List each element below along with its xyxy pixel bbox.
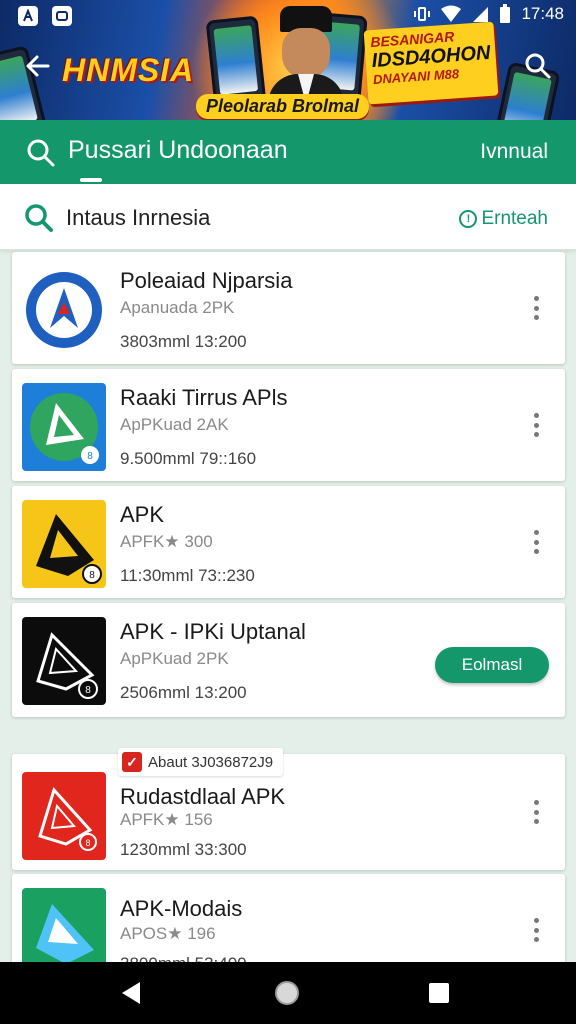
nav-home-button[interactable] <box>272 978 302 1008</box>
filter-button-label: Ernteah <box>481 208 548 229</box>
search-header: Pussari Undoonaan Ivnnual <box>0 120 576 184</box>
filter-button[interactable]: ! Ernteah <box>459 208 548 230</box>
blue-circle-arrow-icon <box>22 266 106 354</box>
app-subtitle: APOS★ 196 <box>120 924 216 943</box>
search-icon <box>525 53 551 79</box>
more-options-icon[interactable] <box>529 798 543 826</box>
app-subtitle: APFK★ 300 <box>120 532 213 551</box>
status-time: 17:48 <box>521 4 564 23</box>
pin-icon <box>18 6 38 26</box>
app-list-item[interactable]: 8 APK APFK★ 300 11:30mml 73::230 <box>12 486 565 598</box>
app-meta: 11:30mml 73::230 <box>120 566 255 585</box>
app-name: APK <box>120 502 165 527</box>
wifi-icon <box>441 5 462 22</box>
app-name: Raaki Tirrus APls <box>120 385 288 410</box>
filter-bar: Intaus Inrnesia ! Ernteah <box>0 184 576 250</box>
ad-tag: ✓ Abaut 3J036872J9 <box>118 748 284 776</box>
app-list-item[interactable]: 8 Rudastdlaal APK APFK★ 156 1230mml 33:3… <box>12 754 565 870</box>
app-meta: 9.500mml 79::160 <box>120 449 257 468</box>
battery-icon <box>500 4 511 23</box>
app-subtitle: ApPKuad 2PK <box>120 649 229 668</box>
tab-indicator <box>80 178 102 182</box>
notification-icon <box>52 6 72 26</box>
more-options-icon[interactable] <box>529 916 543 944</box>
check-icon: ✓ <box>122 752 142 772</box>
blue-arrow-icon: 8 <box>22 383 106 471</box>
nav-recents-button[interactable] <box>424 978 454 1008</box>
app-list-item[interactable]: 8 Raaki Tirrus APls ApPKuad 2AK 9.500mml… <box>12 369 565 481</box>
app-meta: 1230mml 33:300 <box>120 840 247 859</box>
app-list-item[interactable]: 8 APK - IPKi Uptanal ApPKuad 2PK 2506mml… <box>12 603 565 717</box>
promo-badge: BESANIGAR IDSD4OHON DNAYANI M88 <box>363 21 499 105</box>
promo-caption: Pleolarab Brolmal <box>196 94 370 119</box>
banner-search-button[interactable] <box>520 48 556 84</box>
app-subtitle: ApPKuad 2AK <box>120 415 229 434</box>
search-icon[interactable] <box>26 138 56 168</box>
back-button[interactable] <box>20 48 56 84</box>
red-arrow-icon: 8 <box>22 772 106 860</box>
yellow-arrow-icon: 8 <box>22 500 106 588</box>
app-subtitle: Apanuada 2PK <box>120 298 235 317</box>
square-recents-icon <box>429 983 449 1003</box>
info-icon: ! <box>459 210 478 228</box>
ad-tag-label: Abaut 3J036872J9 <box>148 753 274 771</box>
app-meta: 3803mml 13:200 <box>120 332 247 351</box>
header-menu-button[interactable]: Ivnnual <box>480 140 548 164</box>
app-name: APK - IPKi Uptanal <box>120 619 306 644</box>
triangle-back-icon <box>122 982 140 1004</box>
app-name: Poleaiad Njparsia <box>120 268 293 293</box>
back-arrow-icon <box>26 55 50 77</box>
status-bar-right: 17:48 <box>413 4 564 24</box>
black-arrow-icon: 8 <box>22 617 106 705</box>
svg-text:8: 8 <box>87 451 93 462</box>
more-options-icon[interactable] <box>529 294 543 322</box>
circle-home-icon <box>275 981 299 1005</box>
download-button[interactable]: Eolmasl <box>435 647 549 683</box>
status-bar-left <box>18 6 72 26</box>
more-options-icon[interactable] <box>529 411 543 439</box>
svg-text:8: 8 <box>89 570 95 581</box>
more-options-icon[interactable] <box>529 528 543 556</box>
navigation-bar <box>0 962 576 1024</box>
app-list-item[interactable]: APK-Modais APOS★ 196 3800mml 53:400 <box>12 874 565 974</box>
search-filter-icon <box>25 204 53 232</box>
app-name: APK-Modais <box>120 896 243 921</box>
app-name: Rudastdlaal APK <box>120 784 286 809</box>
vibrate-icon <box>414 7 431 21</box>
nav-back-button[interactable] <box>116 978 146 1008</box>
filter-label: Intaus Inrnesia <box>66 205 211 230</box>
promo-headline: HNMSIA <box>62 52 195 88</box>
app-subtitle: APFK★ 156 <box>120 810 213 829</box>
svg-text:8: 8 <box>85 838 90 848</box>
svg-text:8: 8 <box>85 685 91 696</box>
app-list-item[interactable]: Poleaiad Njparsia Apanuada 2PK 3803mml 1… <box>12 252 565 364</box>
signal-icon <box>473 7 489 22</box>
search-query[interactable]: Pussari Undoonaan <box>68 136 288 165</box>
app-meta: 2506mml 13:200 <box>120 683 247 702</box>
